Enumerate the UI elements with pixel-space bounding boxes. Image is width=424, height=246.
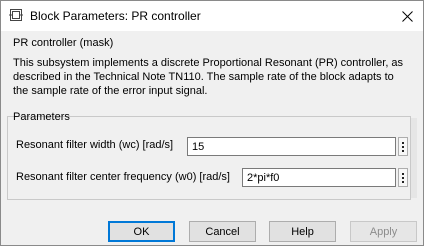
description-line: described in the Technical Note TN110. T… bbox=[13, 71, 394, 83]
cancel-button[interactable]: Cancel bbox=[189, 221, 256, 242]
description-line: the sample rate of the error input signa… bbox=[13, 85, 208, 97]
title-bar[interactable]: Block Parameters: PR controller bbox=[1, 1, 423, 31]
block-parameters-dialog: Block Parameters: PR controller PR contr… bbox=[0, 0, 424, 246]
wc-label: Resonant filter width (wc) [rad/s] bbox=[16, 139, 174, 151]
vertical-ellipsis-icon bbox=[402, 172, 404, 183]
w0-menu-button[interactable] bbox=[398, 168, 408, 187]
parameters-panel bbox=[7, 116, 411, 200]
close-icon bbox=[401, 10, 413, 22]
window-title: Block Parameters: PR controller bbox=[30, 9, 201, 23]
w0-label: Resonant filter center frequency (w0) [r… bbox=[16, 171, 230, 183]
w0-input[interactable] bbox=[242, 168, 396, 187]
mask-description: This subsystem implements a discrete Pro… bbox=[13, 56, 413, 98]
ok-button[interactable]: OK bbox=[108, 221, 175, 242]
close-button[interactable] bbox=[391, 1, 423, 31]
simulink-block-icon bbox=[9, 9, 23, 21]
description-line: This subsystem implements a discrete Pro… bbox=[13, 57, 404, 69]
parameters-scrollbar[interactable] bbox=[411, 118, 417, 198]
help-button[interactable]: Help bbox=[269, 221, 336, 242]
wc-input[interactable] bbox=[187, 137, 396, 156]
vertical-ellipsis-icon bbox=[402, 141, 404, 152]
parameters-group-title: Parameters bbox=[13, 111, 70, 123]
mask-group-title: PR controller (mask) bbox=[13, 37, 114, 49]
apply-button[interactable]: Apply bbox=[350, 221, 417, 242]
wc-menu-button[interactable] bbox=[398, 137, 408, 156]
